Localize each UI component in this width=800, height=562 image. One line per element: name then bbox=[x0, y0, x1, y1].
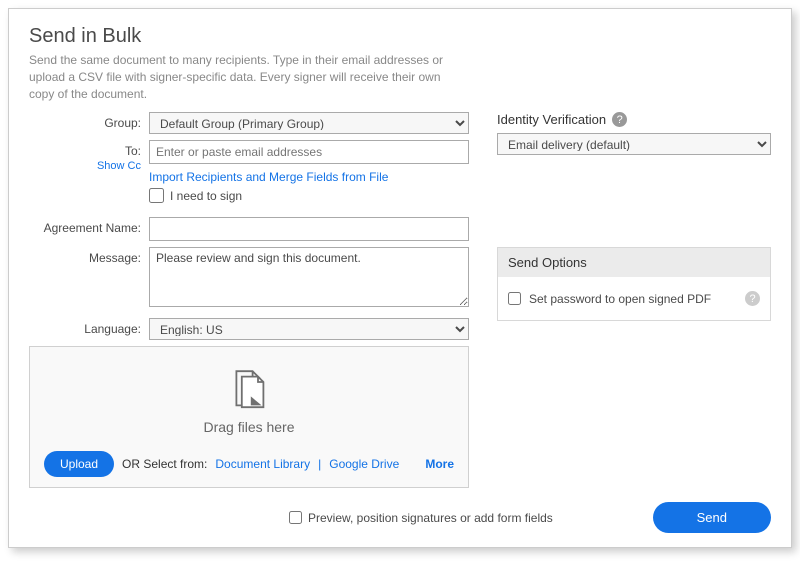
to-input[interactable] bbox=[149, 140, 469, 164]
google-drive-link[interactable]: Google Drive bbox=[329, 457, 399, 471]
send-options-title: Send Options bbox=[498, 248, 770, 277]
more-sources-link[interactable]: More bbox=[425, 457, 454, 471]
import-recipients-link[interactable]: Import Recipients and Merge Fields from … bbox=[149, 170, 469, 184]
set-password-label: Set password to open signed PDF bbox=[529, 292, 711, 306]
need-sign-checkbox[interactable] bbox=[149, 188, 164, 203]
document-library-link[interactable]: Document Library bbox=[215, 457, 310, 471]
group-select[interactable]: Default Group (Primary Group) bbox=[149, 112, 469, 134]
preview-label: Preview, position signatures or add form… bbox=[308, 511, 553, 525]
need-sign-label: I need to sign bbox=[170, 189, 242, 203]
agreement-name-input[interactable] bbox=[149, 217, 469, 241]
or-select-text: OR Select from: bbox=[122, 457, 207, 471]
message-textarea[interactable]: Please review and sign this document. bbox=[149, 247, 469, 307]
identity-verification-select[interactable]: Email delivery (default) bbox=[497, 133, 771, 155]
agreement-name-label: Agreement Name: bbox=[29, 217, 149, 235]
file-dropzone[interactable]: Drag files here Upload OR Select from: D… bbox=[29, 346, 469, 488]
page-title: Send in Bulk bbox=[29, 25, 771, 48]
show-cc-link[interactable]: Show Cc bbox=[97, 160, 141, 172]
send-button[interactable]: Send bbox=[653, 502, 771, 533]
language-label: Language: bbox=[29, 318, 149, 336]
language-select[interactable]: English: US bbox=[149, 318, 469, 340]
help-icon[interactable]: ? bbox=[745, 291, 760, 306]
help-icon[interactable]: ? bbox=[612, 112, 627, 127]
group-label: Group: bbox=[29, 112, 149, 130]
upload-button[interactable]: Upload bbox=[44, 451, 114, 477]
page-subtitle: Send the same document to many recipient… bbox=[29, 52, 469, 102]
preview-checkbox[interactable] bbox=[289, 511, 302, 524]
set-password-checkbox[interactable] bbox=[508, 292, 521, 305]
send-in-bulk-panel: Send in Bulk Send the same document to m… bbox=[8, 8, 792, 548]
to-label: To: bbox=[125, 144, 141, 158]
file-stack-icon bbox=[231, 369, 267, 413]
identity-verification-title: Identity Verification bbox=[497, 112, 606, 127]
dropzone-text: Drag files here bbox=[203, 419, 294, 435]
message-label: Message: bbox=[29, 247, 149, 265]
